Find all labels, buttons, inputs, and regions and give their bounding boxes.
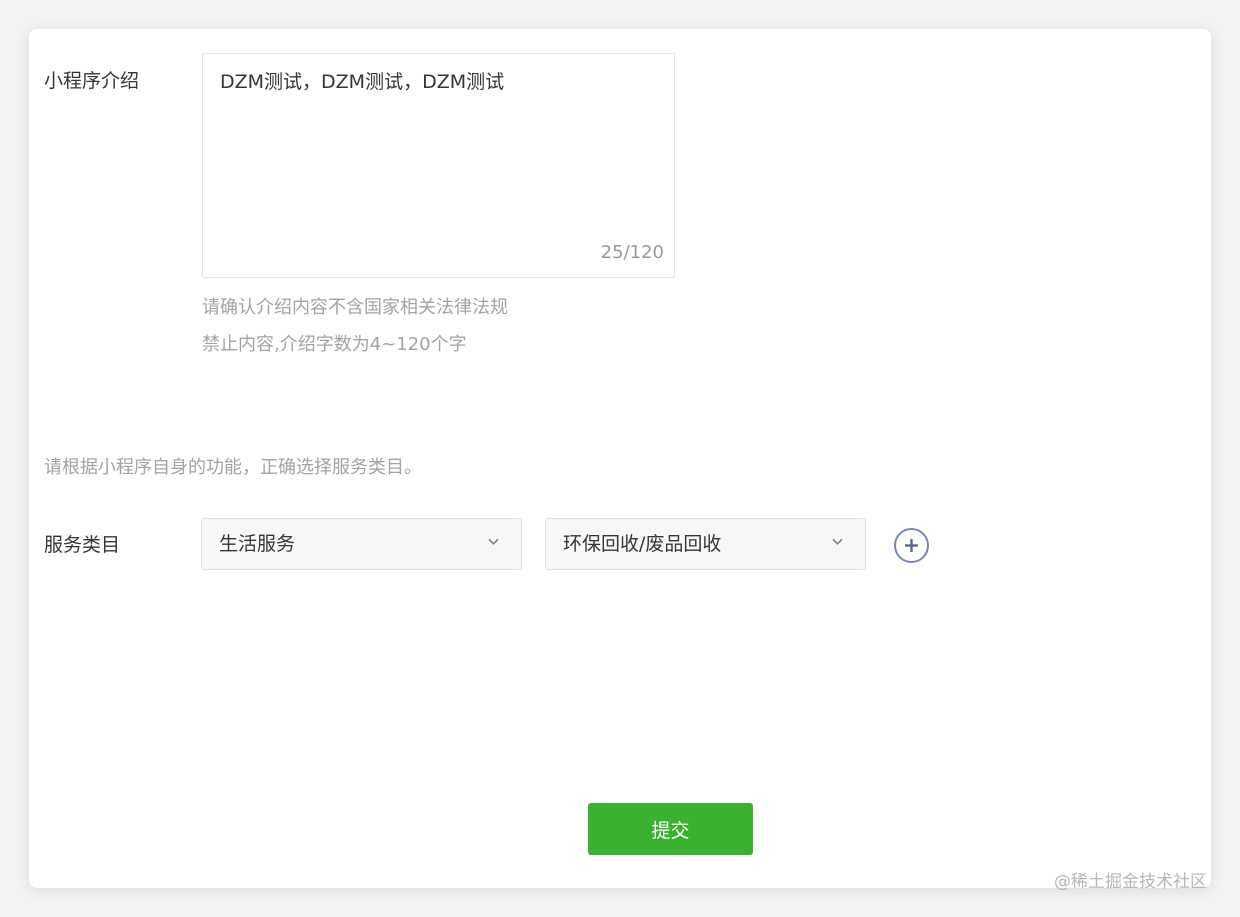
form-card: 小程序介绍 DZM测试，DZM测试，DZM测试 25/120 请确认介绍内容不含… [29, 29, 1211, 888]
intro-textarea-value[interactable]: DZM测试，DZM测试，DZM测试 [220, 70, 660, 94]
add-category-button[interactable] [894, 528, 929, 563]
intro-tip-line-1: 请确认介绍内容不含国家相关法律法规 [202, 297, 508, 318]
char-counter: 25/120 [600, 242, 664, 263]
intro-textarea[interactable]: DZM测试，DZM测试，DZM测试 25/120 [202, 53, 675, 278]
chevron-down-icon [488, 538, 499, 545]
secondary-category-select[interactable]: 环保回收/废品回收 [545, 518, 866, 570]
chevron-down-icon [832, 538, 843, 545]
secondary-category-value: 环保回收/废品回收 [563, 533, 722, 555]
primary-category-select[interactable]: 生活服务 [201, 518, 522, 570]
watermark: @稀土掘金技术社区 [1054, 872, 1207, 892]
service-hint: 请根据小程序自身的功能，正确选择服务类目。 [44, 457, 422, 478]
primary-category-value: 生活服务 [219, 533, 296, 555]
intro-tip-line-2: 禁止内容,介绍字数为4~120个字 [202, 334, 467, 355]
plus-circle-icon [905, 539, 918, 552]
submit-button[interactable]: 提交 [588, 803, 753, 855]
service-category-label: 服务类目 [44, 534, 121, 556]
intro-label: 小程序介绍 [44, 70, 140, 92]
